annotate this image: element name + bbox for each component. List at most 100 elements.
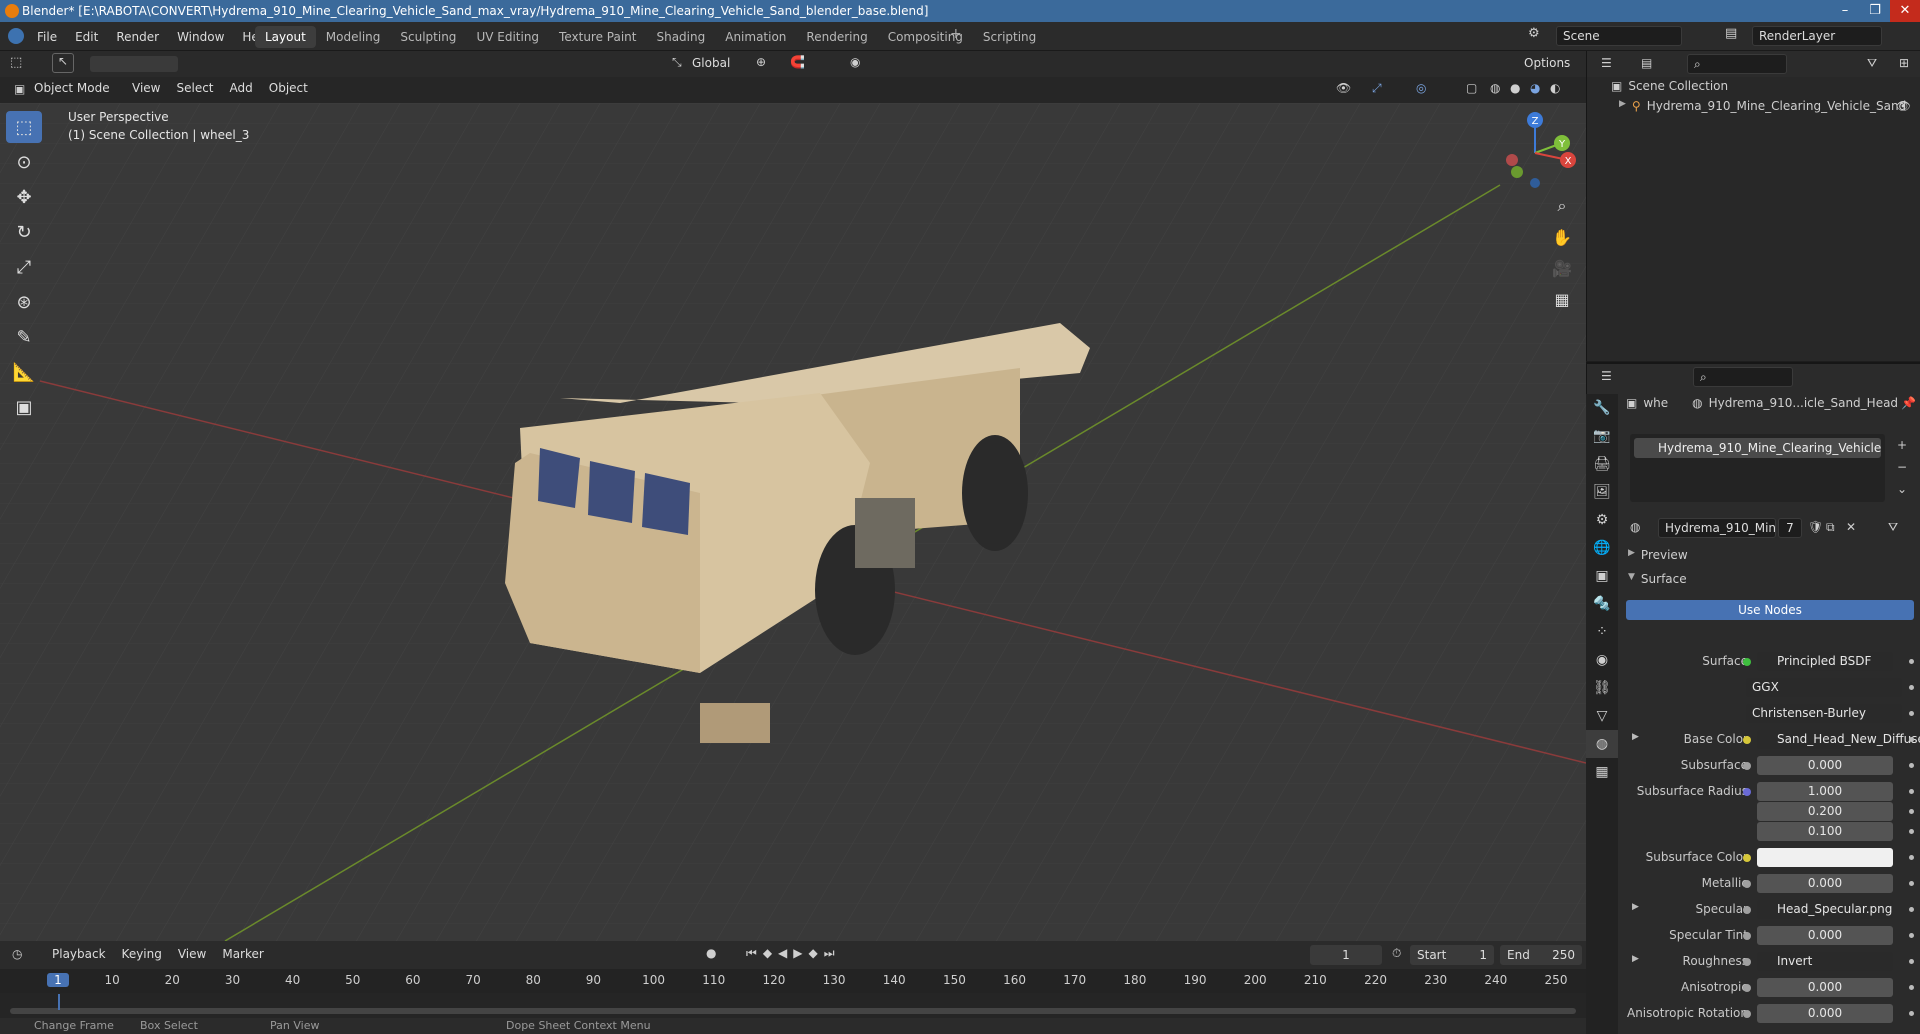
menu-window[interactable]: Window <box>168 30 233 44</box>
socket-icon[interactable] <box>1743 762 1751 770</box>
pivot-icon[interactable]: ⊕ <box>756 55 766 69</box>
overlay-toggle-icon[interactable]: ◎ <box>1416 81 1426 95</box>
fake-user-icon[interactable]: 🛡 <box>1808 520 1823 534</box>
unlink-material-icon[interactable]: ✕ <box>1846 520 1856 534</box>
jump-end-icon[interactable]: ⏭ <box>824 946 835 961</box>
material-slot-list[interactable]: Hydrema_910_Mine_Clearing_Vehicle_San... <box>1630 434 1885 502</box>
xray-icon[interactable]: ▢ <box>1466 81 1477 95</box>
close-icon[interactable]: ✕ <box>1890 0 1920 22</box>
tool-tab-icon[interactable]: 🔧 <box>1586 394 1618 422</box>
zoom-icon[interactable]: ⌕ <box>1548 192 1576 220</box>
rotate-tool-icon[interactable]: ↻ <box>6 216 42 248</box>
prev-keyframe-icon[interactable]: ◆ <box>763 946 772 961</box>
scene-selector[interactable]: Scene <box>1556 26 1682 46</box>
add-slot-icon[interactable]: + <box>1894 434 1910 456</box>
constraints-tab-icon[interactable]: ⛓ <box>1586 674 1618 702</box>
selection-mode-buttons[interactable] <box>90 56 178 72</box>
properties-search-input[interactable]: ⌕ <box>1693 367 1793 387</box>
keyframe-icon[interactable] <box>1909 711 1914 716</box>
data-tab-icon[interactable]: ▽ <box>1586 702 1618 730</box>
ortho-grid-icon[interactable]: ▦ <box>1548 285 1576 313</box>
keyframe-icon[interactable] <box>1909 685 1914 690</box>
expand-arrow-icon[interactable]: ▶ <box>1632 954 1639 964</box>
socket-icon[interactable] <box>1743 658 1751 666</box>
camera-view-icon[interactable]: 🎥 <box>1548 254 1576 282</box>
tab-layout[interactable]: Layout <box>255 26 316 48</box>
minimize-icon[interactable]: – <box>1830 0 1860 22</box>
annotate-tool-icon[interactable]: ✎ <box>6 321 42 353</box>
material-slot-item[interactable]: Hydrema_910_Mine_Clearing_Vehicle_San... <box>1634 438 1881 458</box>
timeline-menu-view[interactable]: View <box>170 947 214 961</box>
keyframe-icon[interactable] <box>1909 985 1914 990</box>
wireframe-shading-icon[interactable]: ◍ <box>1490 81 1500 95</box>
visibility-eye-icon[interactable]: 👁 <box>1896 99 1911 113</box>
property-value[interactable]: GGX <box>1746 678 1902 697</box>
scene-collection-row[interactable]: ▣ Scene Collection <box>1611 79 1728 93</box>
keyframe-icon[interactable] <box>1909 659 1914 664</box>
3d-viewport[interactable] <box>0 103 1586 941</box>
outliner-search-input[interactable]: ⌕ <box>1687 54 1787 74</box>
property-value[interactable]: 1.000 <box>1757 782 1893 801</box>
scale-tool-icon[interactable]: ⤢ <box>6 251 42 283</box>
keyframe-icon[interactable] <box>1909 881 1914 886</box>
keyframe-icon[interactable] <box>1909 907 1914 912</box>
remove-slot-icon[interactable]: − <box>1894 456 1910 478</box>
property-value[interactable]: 0.000 <box>1757 926 1893 945</box>
property-value[interactable]: 0.000 <box>1757 978 1893 997</box>
properties-editor-icon[interactable]: ☰ <box>1601 369 1612 383</box>
property-value[interactable]: 0.000 <box>1757 1004 1893 1023</box>
outliner-item[interactable]: ▶ ⚲ Hydrema_910_Mine_Clearing_Vehicle_Sa… <box>1619 99 1919 113</box>
viewport-menu-add[interactable]: Add <box>222 81 261 95</box>
snap-icon[interactable]: 🧲 <box>790 55 805 69</box>
pin-icon[interactable]: 📌 <box>1901 396 1916 410</box>
socket-icon[interactable] <box>1743 736 1751 744</box>
timeline-menu-marker[interactable]: Marker <box>214 947 271 961</box>
socket-icon[interactable] <box>1743 854 1751 862</box>
viewport-menu-select[interactable]: Select <box>168 81 221 95</box>
timeline-editor-icon[interactable]: ◷ <box>12 947 22 961</box>
surface-panel-header[interactable]: ▼ Surface <box>1628 572 1687 586</box>
visibility-icon[interactable]: 👁 <box>1336 81 1351 95</box>
menu-render[interactable]: Render <box>107 30 168 44</box>
socket-icon[interactable] <box>1743 1010 1751 1018</box>
material-name-field[interactable]: Hydrema_910_Mine_... <box>1658 518 1776 538</box>
material-shading-icon[interactable]: ◕ <box>1530 81 1540 95</box>
tab-scripting[interactable]: Scripting <box>973 26 1046 48</box>
transform-tool-icon[interactable]: ⊛ <box>6 286 42 318</box>
tab-animation[interactable]: Animation <box>715 26 796 48</box>
playhead[interactable] <box>58 994 60 1010</box>
options-dropdown[interactable]: Options <box>1518 54 1578 74</box>
socket-icon[interactable] <box>1743 906 1751 914</box>
scene-tab-icon[interactable]: ⚙ <box>1586 506 1618 534</box>
blender-menu-icon[interactable] <box>8 28 24 44</box>
add-cube-tool-icon[interactable]: ▣ <box>6 391 42 423</box>
keyframe-icon[interactable] <box>1909 933 1914 938</box>
menu-file[interactable]: File <box>28 30 66 44</box>
solid-shading-icon[interactable]: ● <box>1510 81 1520 95</box>
gizmo-toggle-icon[interactable]: ⤢ <box>1372 81 1382 96</box>
tab-texture-paint[interactable]: Texture Paint <box>549 26 646 48</box>
use-nodes-button[interactable]: Use Nodes <box>1626 600 1914 620</box>
socket-icon[interactable] <box>1743 984 1751 992</box>
duplicate-material-icon[interactable]: ⧉ <box>1826 520 1835 535</box>
tab-sculpting[interactable]: Sculpting <box>390 26 466 48</box>
property-value[interactable]: 0.200 <box>1757 802 1893 821</box>
property-value[interactable]: Sand_Head_New_Diffuse... <box>1757 730 1920 749</box>
world-tab-icon[interactable]: 🌐 <box>1586 534 1618 562</box>
expand-arrow-icon[interactable]: ▶ <box>1632 902 1639 912</box>
expand-arrow-icon[interactable]: ▶ <box>1619 99 1626 113</box>
socket-icon[interactable] <box>1743 788 1751 796</box>
keyframe-icon[interactable] <box>1909 809 1914 814</box>
rendered-shading-icon[interactable]: ◐ <box>1550 81 1560 95</box>
play-icon[interactable]: ▶ <box>793 946 802 961</box>
slot-menu-icon[interactable]: ⌄ <box>1894 478 1910 500</box>
property-value[interactable] <box>1757 848 1893 867</box>
object-tab-icon[interactable]: ▣ <box>1586 562 1618 590</box>
transform-orientation-select[interactable]: Global <box>686 54 746 74</box>
keyframe-icon[interactable] <box>1909 855 1914 860</box>
mode-selector[interactable]: Object Mode <box>34 81 110 95</box>
property-value[interactable]: 0.000 <box>1757 874 1893 893</box>
next-keyframe-icon[interactable]: ◆ <box>809 946 818 961</box>
select-tool-icon[interactable]: ↖ <box>52 53 74 73</box>
pan-hand-icon[interactable]: ✋ <box>1548 223 1576 251</box>
